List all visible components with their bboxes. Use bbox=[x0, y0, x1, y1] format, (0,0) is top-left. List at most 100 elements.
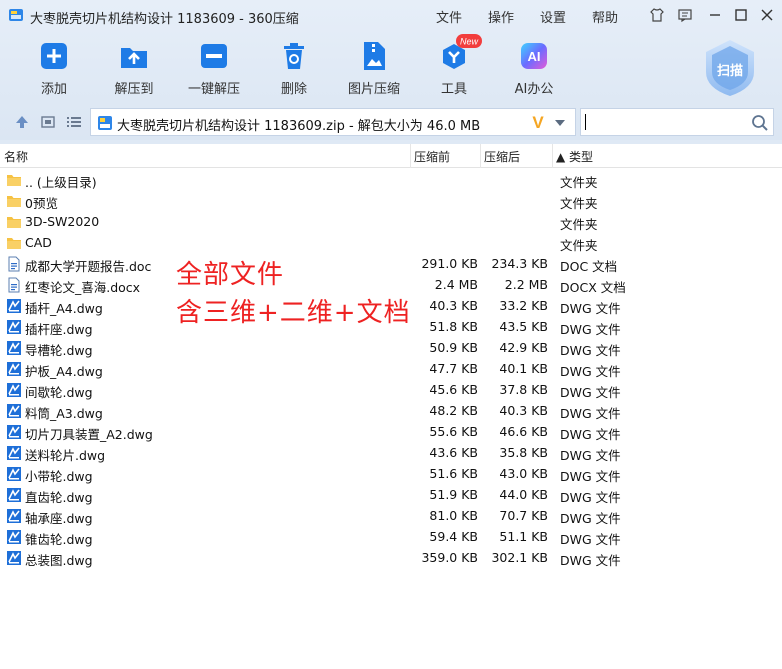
add-icon bbox=[41, 43, 67, 69]
dwg-file-icon bbox=[6, 382, 22, 398]
word-document-icon bbox=[6, 277, 22, 293]
file-row[interactable]: 成都大学开题报告.doc 291.0 KB 234.3 KB DOC 文档 bbox=[0, 253, 640, 274]
title-bar: 大枣脱壳切片机结构设计 1183609 - 360压缩 文件 操作 设置 帮助 bbox=[0, 0, 782, 30]
file-size-before: 55.6 KB bbox=[429, 424, 478, 439]
dwg-file-icon bbox=[6, 445, 22, 461]
file-name: 总装图.dwg bbox=[25, 553, 93, 568]
list-view-icon[interactable] bbox=[66, 114, 82, 130]
column-type[interactable]: ▲ 类型 bbox=[556, 148, 593, 165]
file-type: DWG 文件 bbox=[560, 448, 621, 463]
dwg-file-icon bbox=[6, 319, 22, 335]
file-type: DWG 文件 bbox=[560, 490, 621, 505]
ai-icon: AI bbox=[521, 43, 547, 69]
extract-to-button[interactable]: 解压到 bbox=[94, 36, 174, 100]
menu-file[interactable]: 文件 bbox=[436, 7, 462, 26]
image-compress-button[interactable]: 图片压缩 bbox=[334, 36, 414, 100]
file-type: DWG 文件 bbox=[560, 343, 621, 358]
close-icon[interactable] bbox=[758, 6, 776, 24]
file-row[interactable]: 导槽轮.dwg 50.9 KB 42.9 KB DWG 文件 bbox=[0, 337, 640, 358]
tools-button[interactable]: New 工具 bbox=[414, 34, 494, 100]
file-name: 插杆座.dwg bbox=[25, 322, 93, 337]
file-size-before: 51.8 KB bbox=[429, 319, 478, 334]
file-size-before: 359.0 KB bbox=[421, 550, 478, 565]
window-chrome: 大枣脱壳切片机结构设计 1183609 - 360压缩 文件 操作 设置 帮助 bbox=[0, 0, 782, 140]
minimize-icon[interactable] bbox=[706, 6, 724, 24]
menu-settings[interactable]: 设置 bbox=[540, 7, 566, 26]
one-click-extract-label: 一键解压 bbox=[187, 82, 240, 97]
file-name: 0预览 bbox=[25, 196, 58, 211]
column-divider[interactable] bbox=[410, 144, 411, 168]
dwg-file-icon bbox=[6, 466, 22, 482]
file-type: 文件夹 bbox=[560, 175, 598, 190]
file-row[interactable]: 切片刀具装置_A2.dwg 55.6 KB 46.6 KB DWG 文件 bbox=[0, 421, 640, 442]
file-name: 切片刀具装置_A2.dwg bbox=[25, 427, 153, 442]
extract-to-label: 解压到 bbox=[114, 82, 154, 97]
file-row[interactable]: 轴承座.dwg 81.0 KB 70.7 KB DWG 文件 bbox=[0, 505, 640, 526]
chevron-down-icon[interactable] bbox=[555, 120, 565, 126]
file-list: 名称 压缩前 压缩后 ▲ 类型 .. (上级目录) 文件夹 0预览 文件夹 3D-SW2… bbox=[0, 144, 782, 669]
file-name: CAD bbox=[25, 235, 52, 250]
file-size-after: 43.5 KB bbox=[499, 319, 548, 334]
file-size-after: 37.8 KB bbox=[499, 382, 548, 397]
file-name: 插杆_A4.dwg bbox=[25, 301, 103, 316]
thumbnail-view-icon[interactable] bbox=[40, 114, 56, 130]
file-size-after: 43.0 KB bbox=[499, 466, 548, 481]
add-label: 添加 bbox=[40, 82, 67, 97]
add-button[interactable]: 添加 bbox=[14, 36, 94, 100]
scan-button[interactable]: 扫描 bbox=[700, 38, 760, 98]
tools-label: 工具 bbox=[440, 82, 467, 97]
file-type: DOCX 文档 bbox=[560, 280, 626, 295]
file-size-after: 70.7 KB bbox=[499, 508, 548, 523]
dwg-file-icon bbox=[6, 487, 22, 503]
file-size-after: 40.3 KB bbox=[499, 403, 548, 418]
file-row[interactable]: .. (上级目录) 文件夹 bbox=[0, 169, 640, 190]
file-size-before: 40.3 KB bbox=[429, 298, 478, 313]
file-type: DWG 文件 bbox=[560, 469, 621, 484]
trash-icon bbox=[284, 43, 304, 69]
column-size-after[interactable]: 压缩后 bbox=[484, 148, 520, 165]
file-row[interactable]: 总装图.dwg 359.0 KB 302.1 KB DWG 文件 bbox=[0, 547, 640, 568]
maximize-icon[interactable] bbox=[732, 6, 750, 24]
file-row[interactable]: 锥齿轮.dwg 59.4 KB 51.1 KB DWG 文件 bbox=[0, 526, 640, 547]
column-name[interactable]: 名称 bbox=[4, 148, 28, 165]
file-row[interactable]: 0预览 文件夹 bbox=[0, 190, 640, 211]
search-icon[interactable] bbox=[751, 114, 769, 132]
file-row[interactable]: 送料轮片.dwg 43.6 KB 35.8 KB DWG 文件 bbox=[0, 442, 640, 463]
file-size-after: 35.8 KB bbox=[499, 445, 548, 460]
file-size-after: 51.1 KB bbox=[499, 529, 548, 544]
file-row[interactable]: 料筒_A3.dwg 48.2 KB 40.3 KB DWG 文件 bbox=[0, 400, 640, 421]
file-type: DWG 文件 bbox=[560, 553, 621, 568]
file-row[interactable]: 3D-SW2020 文件夹 bbox=[0, 211, 640, 232]
file-type: DWG 文件 bbox=[560, 427, 621, 442]
file-row[interactable]: 间歇轮.dwg 45.6 KB 37.8 KB DWG 文件 bbox=[0, 379, 640, 400]
file-name: 导槽轮.dwg bbox=[25, 343, 93, 358]
column-divider[interactable] bbox=[552, 144, 553, 168]
file-size-after: 44.0 KB bbox=[499, 487, 548, 502]
skin-shirt-icon[interactable] bbox=[648, 6, 666, 24]
up-arrow-icon[interactable] bbox=[14, 114, 30, 130]
file-type: 文件夹 bbox=[560, 196, 598, 211]
feedback-icon[interactable] bbox=[676, 6, 694, 24]
ai-office-button[interactable]: AI AI办公 bbox=[494, 36, 574, 100]
file-name: 间歇轮.dwg bbox=[25, 385, 93, 400]
one-click-extract-button[interactable]: 一键解压 bbox=[174, 36, 254, 100]
archive-path-field[interactable]: 大枣脱壳切片机结构设计 1183609.zip - 解包大小为 46.0 MB … bbox=[90, 108, 576, 136]
file-name: 直齿轮.dwg bbox=[25, 490, 93, 505]
file-row[interactable]: 护板_A4.dwg 47.7 KB 40.1 KB DWG 文件 bbox=[0, 358, 640, 379]
menu-help[interactable]: 帮助 bbox=[592, 7, 618, 26]
file-size-before: 50.9 KB bbox=[429, 340, 478, 355]
column-size-before[interactable]: 压缩前 bbox=[414, 148, 450, 165]
svg-text:AI: AI bbox=[528, 49, 541, 64]
file-size-before: 45.6 KB bbox=[429, 382, 478, 397]
file-row[interactable]: CAD 文件夹 bbox=[0, 232, 640, 253]
search-input[interactable] bbox=[580, 108, 774, 136]
file-row[interactable]: 小带轮.dwg 51.6 KB 43.0 KB DWG 文件 bbox=[0, 463, 640, 484]
app-logo-icon bbox=[9, 9, 23, 21]
file-row[interactable]: 直齿轮.dwg 51.9 KB 44.0 KB DWG 文件 bbox=[0, 484, 640, 505]
vip-v-icon[interactable]: V bbox=[529, 113, 547, 131]
delete-button[interactable]: 删除 bbox=[254, 36, 334, 100]
file-type: DWG 文件 bbox=[560, 301, 621, 316]
text-caret bbox=[585, 114, 586, 130]
menu-operation[interactable]: 操作 bbox=[488, 7, 514, 26]
column-divider[interactable] bbox=[480, 144, 481, 168]
